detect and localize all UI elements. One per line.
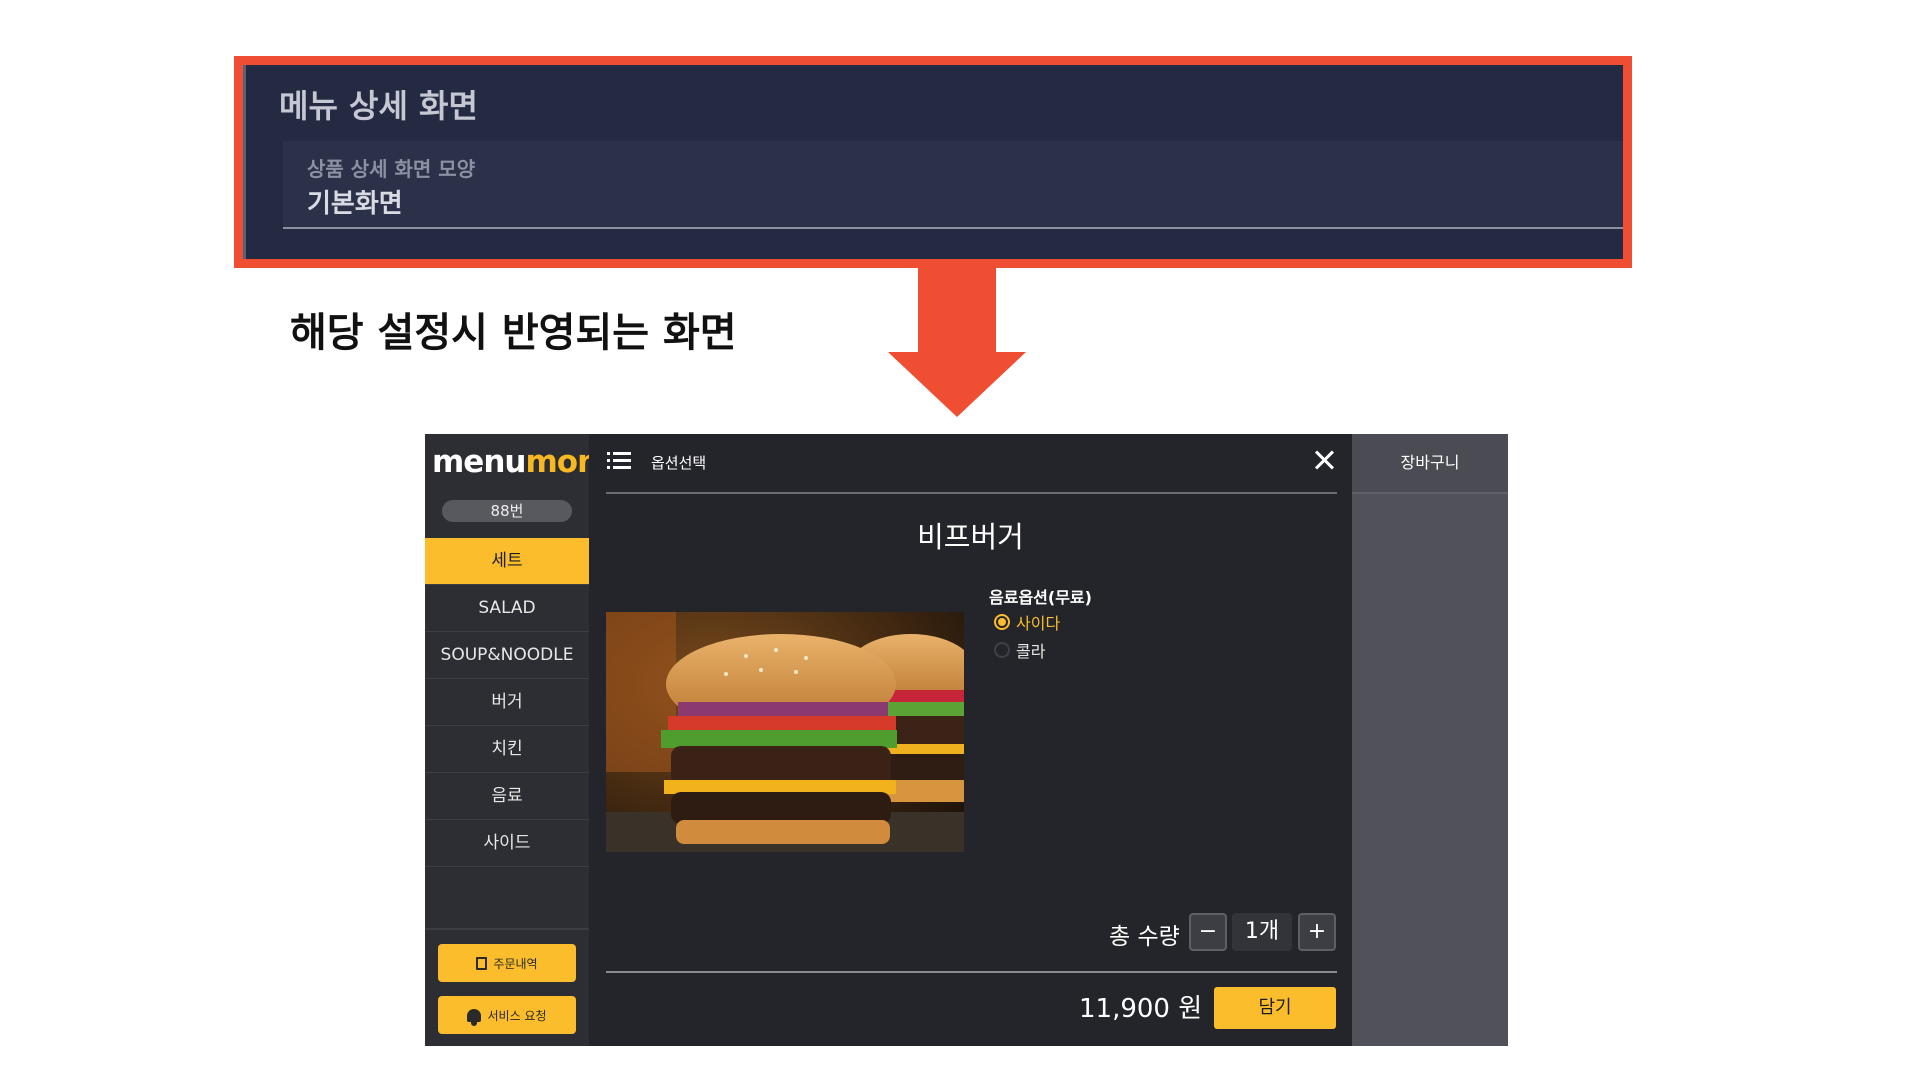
service-request-label: 서비스 요청 [487,1008,547,1023]
dialog-title: 옵션선택 [651,454,707,472]
settings-title: 메뉴 상세 화면 [279,87,478,125]
menu-name: 비프버거 [917,520,1024,554]
quantity-value: 1개 [1232,913,1292,951]
category-item-side[interactable]: 사이드 [425,820,589,867]
table-number-badge: 88번 [442,500,572,522]
footer-divider [606,971,1337,973]
option-label: 콜라 [1016,642,1046,661]
cart-title[interactable]: 장바구니 [1352,434,1508,494]
category-item-set[interactable]: 세트 [425,538,589,585]
burger-photo [606,612,964,852]
close-icon[interactable] [1312,448,1336,472]
field-label: 상품 상세 화면 모양 [307,157,476,181]
logo-part-1: menu [432,444,526,480]
panel-left-rule [243,65,246,259]
option-cola[interactable]: 콜라 [994,638,1045,662]
category-list: 세트 SALAD SOUP&NOODLE 버거 치킨 음료 사이드 [425,538,589,867]
category-item-soup-noodle[interactable]: SOUP&NOODLE [425,632,589,679]
field-value: 기본화면 [307,189,403,219]
option-group-title: 음료옵션(무료) [989,588,1092,607]
burger-illustration [606,612,964,852]
category-item-salad[interactable]: SALAD [425,585,589,632]
add-to-cart-button[interactable]: 담기 [1214,987,1336,1029]
order-history-label: 주문내역 [493,956,538,971]
radio-selected[interactable] [994,614,1010,630]
option-label: 사이다 [1016,614,1061,633]
option-sprite[interactable]: 사이다 [994,610,1060,634]
detail-layout-field[interactable]: 상품 상세 화면 모양 기본화면 [283,141,1623,229]
category-item-chicken[interactable]: 치킨 [425,726,589,773]
sidebar-divider [425,928,589,930]
quantity-increase-button[interactable]: + [1298,913,1336,951]
quantity-label: 총 수량 [1109,924,1180,950]
radio-unselected[interactable] [994,642,1010,658]
total-price: 11,900 원 [1079,994,1203,1024]
quantity-decrease-button[interactable]: − [1189,913,1227,951]
category-item-burger[interactable]: 버거 [425,679,589,726]
settings-highlight-frame: 메뉴 상세 화면 상품 상세 화면 모양 기본화면 [234,56,1632,268]
list-icon[interactable] [607,451,631,471]
menumon-logo: menumon [432,444,599,480]
category-item-drink[interactable]: 음료 [425,773,589,820]
down-arrow-head [888,352,1026,417]
service-request-button[interactable]: 서비스 요청 [438,996,576,1034]
app-window: menumon 88번 세트 SALAD SOUP&NOODLE 버거 치킨 음… [425,434,1508,1046]
order-history-button[interactable]: 주문내역 [438,944,576,982]
cart-panel: 장바구니 [1352,434,1508,1046]
caption-text: 해당 설정시 반영되는 화면 [290,310,737,356]
category-sidebar: menumon 88번 세트 SALAD SOUP&NOODLE 버거 치킨 음… [425,434,599,1046]
header-divider [606,492,1337,494]
bell-icon [467,1008,482,1026]
logo-part-2: mon [525,444,599,480]
down-arrow-shaft [918,268,996,356]
receipt-icon [476,956,488,970]
option-dialog: 옵션선택 비프버거 음료옵션(무료) 사이다 콜라 총 수량 − 1개 + 11… [589,434,1352,1046]
